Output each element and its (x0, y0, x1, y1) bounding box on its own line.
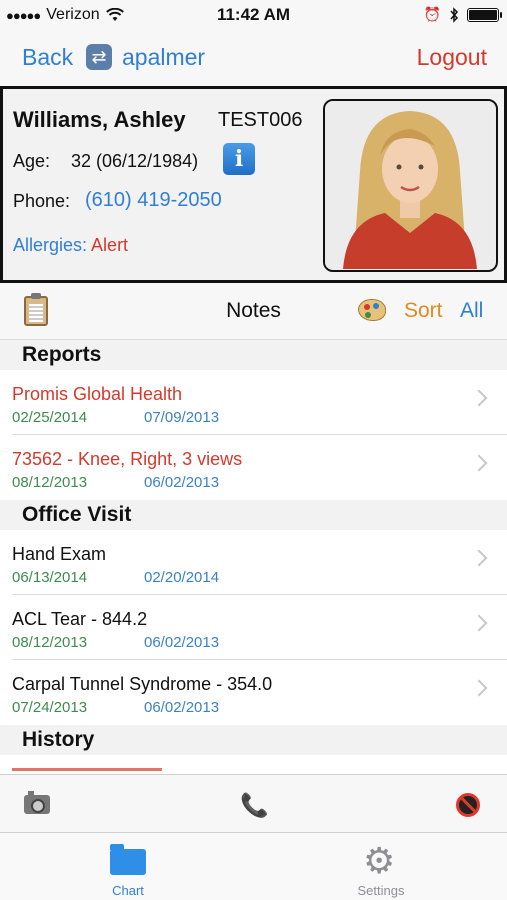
section-header-reports: Reports (0, 340, 507, 370)
chevron-right-icon (470, 679, 488, 697)
battery-icon (467, 7, 502, 22)
item-title: Hand Exam (12, 544, 107, 564)
camera-icon[interactable] (24, 791, 50, 814)
notes-toolbar: Notes Sort All (0, 283, 507, 340)
list-item[interactable]: Hand Exam 06/13/2014 02/20/2014 (0, 530, 507, 595)
item-date-secondary: 06/02/2013 (144, 474, 220, 491)
item-title: Carpal Tunnel Syndrome - 354.0 (12, 674, 273, 694)
list-item[interactable]: ACL Tear - 844.2 08/12/2013 06/02/2013 (0, 595, 507, 660)
filter-all-button[interactable]: All (460, 299, 483, 323)
phone-link[interactable]: (610) 419-2050 (85, 189, 222, 212)
age-value: 32 (06/12/1984) (71, 151, 199, 171)
section-header-history: History (0, 725, 507, 755)
folder-icon (110, 844, 146, 875)
no-entry-icon[interactable] (456, 793, 480, 817)
phone-label: Phone: (13, 191, 71, 211)
sort-button[interactable]: Sort (404, 299, 443, 323)
age-label: Age: (13, 151, 51, 171)
tab-chart[interactable]: Chart (68, 833, 188, 900)
item-date-primary: 08/12/2013 (12, 634, 88, 651)
section-title: Office Visit (22, 503, 132, 526)
item-title: ACL Tear - 844.2 (12, 609, 148, 629)
tab-bar: Chart ⚙ Settings (0, 832, 507, 900)
allergies-label: Allergies: (13, 235, 88, 255)
palette-icon[interactable] (358, 299, 386, 321)
list-item-partial[interactable] (0, 755, 507, 774)
allergies-value: Alert (91, 235, 129, 255)
section-header-office-visit: Office Visit (0, 500, 507, 530)
item-date-secondary: 06/02/2013 (144, 699, 220, 716)
patient-id: TEST006 (218, 109, 303, 131)
chevron-right-icon (470, 614, 488, 632)
phone-icon[interactable]: 📞 (240, 792, 269, 819)
chevron-right-icon (470, 454, 488, 472)
item-date-primary: 06/13/2014 (12, 569, 88, 586)
tab-settings[interactable]: ⚙ Settings (321, 833, 441, 900)
action-toolbar: 📞 (0, 774, 507, 832)
patient-name: Williams, Ashley (13, 107, 186, 132)
list-item[interactable]: 73562 - Knee, Right, 3 views 08/12/2013 … (0, 435, 507, 500)
list-item[interactable]: Carpal Tunnel Syndrome - 354.0 07/24/201… (0, 660, 507, 725)
info-icon[interactable]: i (223, 143, 255, 175)
patient-photo[interactable] (323, 99, 498, 272)
chevron-right-icon (470, 389, 488, 407)
sync-icon[interactable]: ⇄ (86, 44, 112, 70)
item-date-secondary: 06/02/2013 (144, 634, 220, 651)
item-title: 73562 - Knee, Right, 3 views (12, 449, 243, 469)
item-date-primary: 02/25/2014 (12, 409, 88, 426)
item-date-primary: 07/24/2013 (12, 699, 88, 716)
item-date-secondary: 07/09/2013 (144, 409, 220, 426)
section-title: History (22, 728, 95, 751)
item-title: Promis Global Health (12, 384, 183, 404)
item-date-primary: 08/12/2013 (12, 474, 88, 491)
bluetooth-icon (450, 6, 459, 23)
section-title: Reports (22, 343, 102, 366)
status-bar: ●●●●● Verizon 11:42 AM ⏰ (0, 0, 507, 30)
allergies-link[interactable]: Allergies: Alert (13, 235, 128, 256)
gear-icon: ⚙ (363, 840, 396, 881)
list-item[interactable]: Promis Global Health 02/25/2014 07/09/20… (0, 370, 507, 435)
patient-photo-image (325, 101, 495, 269)
chevron-right-icon (470, 549, 488, 567)
status-right: ⏰ (423, 6, 502, 23)
username-label[interactable]: apalmer (122, 44, 205, 71)
item-date-secondary: 02/20/2014 (144, 569, 220, 586)
tab-label: Chart (112, 883, 144, 898)
tab-label: Settings (357, 883, 405, 898)
back-button[interactable]: Back (22, 44, 73, 71)
logout-button[interactable]: Logout (417, 44, 487, 71)
alarm-clock-icon: ⏰ (423, 6, 441, 22)
nav-bar: Back ⇄ apalmer Logout (0, 30, 507, 86)
patient-card: Williams, Ashley TEST006 Age: 32 (06/12/… (0, 86, 507, 283)
